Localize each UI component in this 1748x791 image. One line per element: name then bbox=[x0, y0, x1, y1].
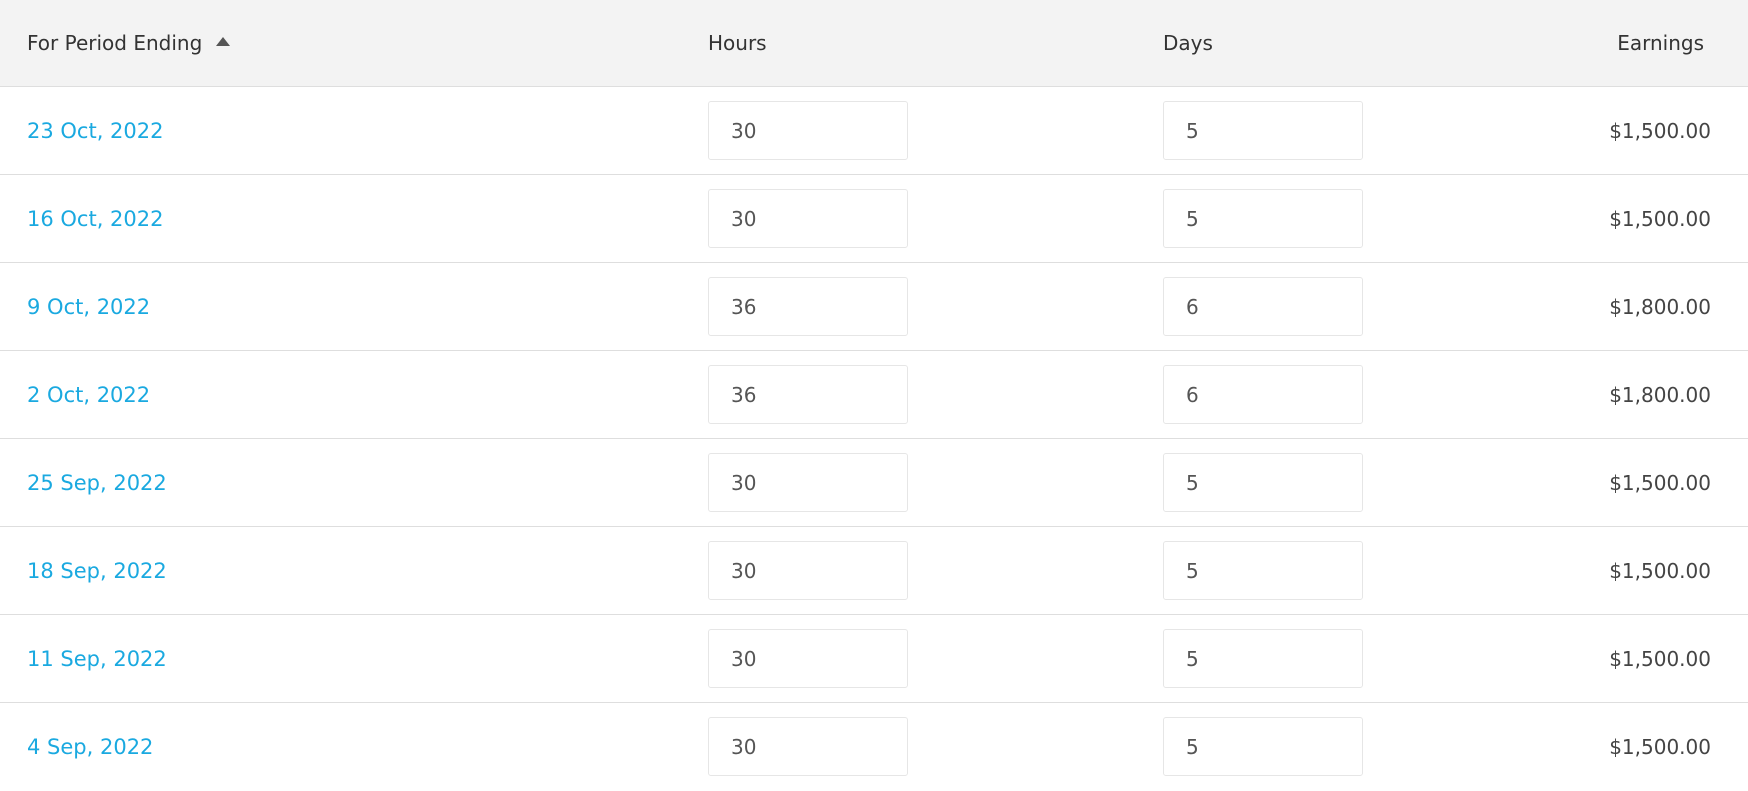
earnings-value: $1,800.00 bbox=[1609, 295, 1711, 319]
table-row: 16 Oct, 2022 $1,500.00 bbox=[0, 175, 1748, 263]
days-input[interactable] bbox=[1163, 717, 1363, 776]
days-input[interactable] bbox=[1163, 101, 1363, 160]
days-input[interactable] bbox=[1163, 453, 1363, 512]
earnings-table: For Period Ending Hours Days Earnings 23… bbox=[0, 0, 1748, 791]
hours-input[interactable] bbox=[708, 365, 908, 424]
period-link[interactable]: 18 Sep, 2022 bbox=[27, 527, 167, 615]
column-header-period-label: For Period Ending bbox=[27, 31, 203, 55]
days-input[interactable] bbox=[1163, 277, 1363, 336]
hours-input[interactable] bbox=[708, 453, 908, 512]
period-link[interactable]: 11 Sep, 2022 bbox=[27, 615, 167, 703]
days-input[interactable] bbox=[1163, 541, 1363, 600]
period-link[interactable]: 2 Oct, 2022 bbox=[27, 351, 150, 439]
hours-input[interactable] bbox=[708, 717, 908, 776]
earnings-value: $1,500.00 bbox=[1609, 471, 1711, 495]
table-row: 25 Sep, 2022 $1,500.00 bbox=[0, 439, 1748, 527]
period-link[interactable]: 9 Oct, 2022 bbox=[27, 263, 150, 351]
table-row: 9 Oct, 2022 $1,800.00 bbox=[0, 263, 1748, 351]
hours-input[interactable] bbox=[708, 541, 908, 600]
earnings-value: $1,800.00 bbox=[1609, 383, 1711, 407]
column-header-days: Days bbox=[1163, 31, 1213, 55]
earnings-value: $1,500.00 bbox=[1609, 735, 1711, 759]
period-link[interactable]: 16 Oct, 2022 bbox=[27, 175, 164, 263]
earnings-value: $1,500.00 bbox=[1609, 119, 1711, 143]
earnings-value: $1,500.00 bbox=[1609, 647, 1711, 671]
table-row: 11 Sep, 2022 $1,500.00 bbox=[0, 615, 1748, 703]
days-input[interactable] bbox=[1163, 629, 1363, 688]
table-row: 2 Oct, 2022 $1,800.00 bbox=[0, 351, 1748, 439]
period-link[interactable]: 23 Oct, 2022 bbox=[27, 87, 164, 175]
table-row: 18 Sep, 2022 $1,500.00 bbox=[0, 527, 1748, 615]
table-body: 23 Oct, 2022 $1,500.00 16 Oct, 2022 $1,5… bbox=[0, 87, 1748, 791]
earnings-value: $1,500.00 bbox=[1609, 207, 1711, 231]
table-row: 23 Oct, 2022 $1,500.00 bbox=[0, 87, 1748, 175]
hours-input[interactable] bbox=[708, 277, 908, 336]
days-input[interactable] bbox=[1163, 189, 1363, 248]
column-header-earnings: Earnings bbox=[1617, 31, 1704, 55]
period-link[interactable]: 25 Sep, 2022 bbox=[27, 439, 167, 527]
column-header-period[interactable]: For Period Ending bbox=[27, 0, 231, 87]
period-link[interactable]: 4 Sep, 2022 bbox=[27, 703, 153, 791]
table-row: 4 Sep, 2022 $1,500.00 bbox=[0, 703, 1748, 791]
days-input[interactable] bbox=[1163, 365, 1363, 424]
column-header-hours: Hours bbox=[708, 31, 767, 55]
hours-input[interactable] bbox=[708, 189, 908, 248]
hours-input[interactable] bbox=[708, 101, 908, 160]
table-header: For Period Ending Hours Days Earnings bbox=[0, 0, 1748, 87]
sort-ascending-icon[interactable] bbox=[216, 37, 231, 46]
earnings-value: $1,500.00 bbox=[1609, 559, 1711, 583]
hours-input[interactable] bbox=[708, 629, 908, 688]
